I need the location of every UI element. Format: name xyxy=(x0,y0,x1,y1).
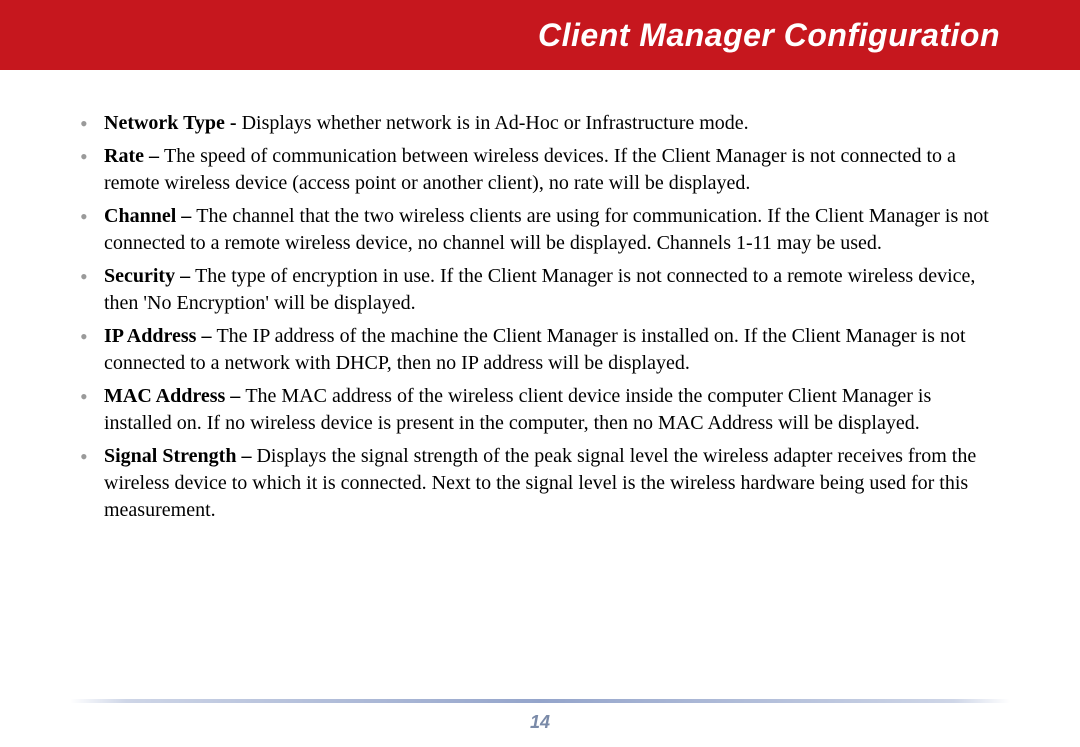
list-item: Channel – The channel that the two wirel… xyxy=(80,203,1000,257)
list-item: IP Address – The IP address of the machi… xyxy=(80,323,1000,377)
term-label: Signal Strength – xyxy=(104,445,256,467)
term-description: Displays whether network is in Ad-Hoc or… xyxy=(242,112,749,134)
content-area: Network Type - Displays whether network … xyxy=(80,110,1000,530)
term-description: The speed of communication between wirel… xyxy=(104,145,956,194)
page-title: Client Manager Configuration xyxy=(538,17,1000,54)
header-band: Client Manager Configuration xyxy=(0,0,1080,70)
document-page: Client Manager Configuration Network Typ… xyxy=(0,0,1080,747)
list-item: Security – The type of encryption in use… xyxy=(80,263,1000,317)
term-label: Rate – xyxy=(104,145,164,167)
list-item: Signal Strength – Displays the signal st… xyxy=(80,443,1000,524)
term-label: Network Type - xyxy=(104,112,242,134)
footer-rule xyxy=(70,699,1010,703)
page-number: 14 xyxy=(0,712,1080,733)
list-item: Rate – The speed of communication betwee… xyxy=(80,143,1000,197)
term-description: The type of encryption in use. If the Cl… xyxy=(104,265,975,314)
definition-list: Network Type - Displays whether network … xyxy=(80,110,1000,524)
term-description: The channel that the two wireless client… xyxy=(104,205,989,254)
term-label: IP Address – xyxy=(104,325,216,347)
list-item: MAC Address – The MAC address of the wir… xyxy=(80,383,1000,437)
term-label: MAC Address – xyxy=(104,385,245,407)
term-label: Channel – xyxy=(104,205,196,227)
term-description: The IP address of the machine the Client… xyxy=(104,325,966,374)
term-label: Security – xyxy=(104,265,195,287)
list-item: Network Type - Displays whether network … xyxy=(80,110,1000,137)
